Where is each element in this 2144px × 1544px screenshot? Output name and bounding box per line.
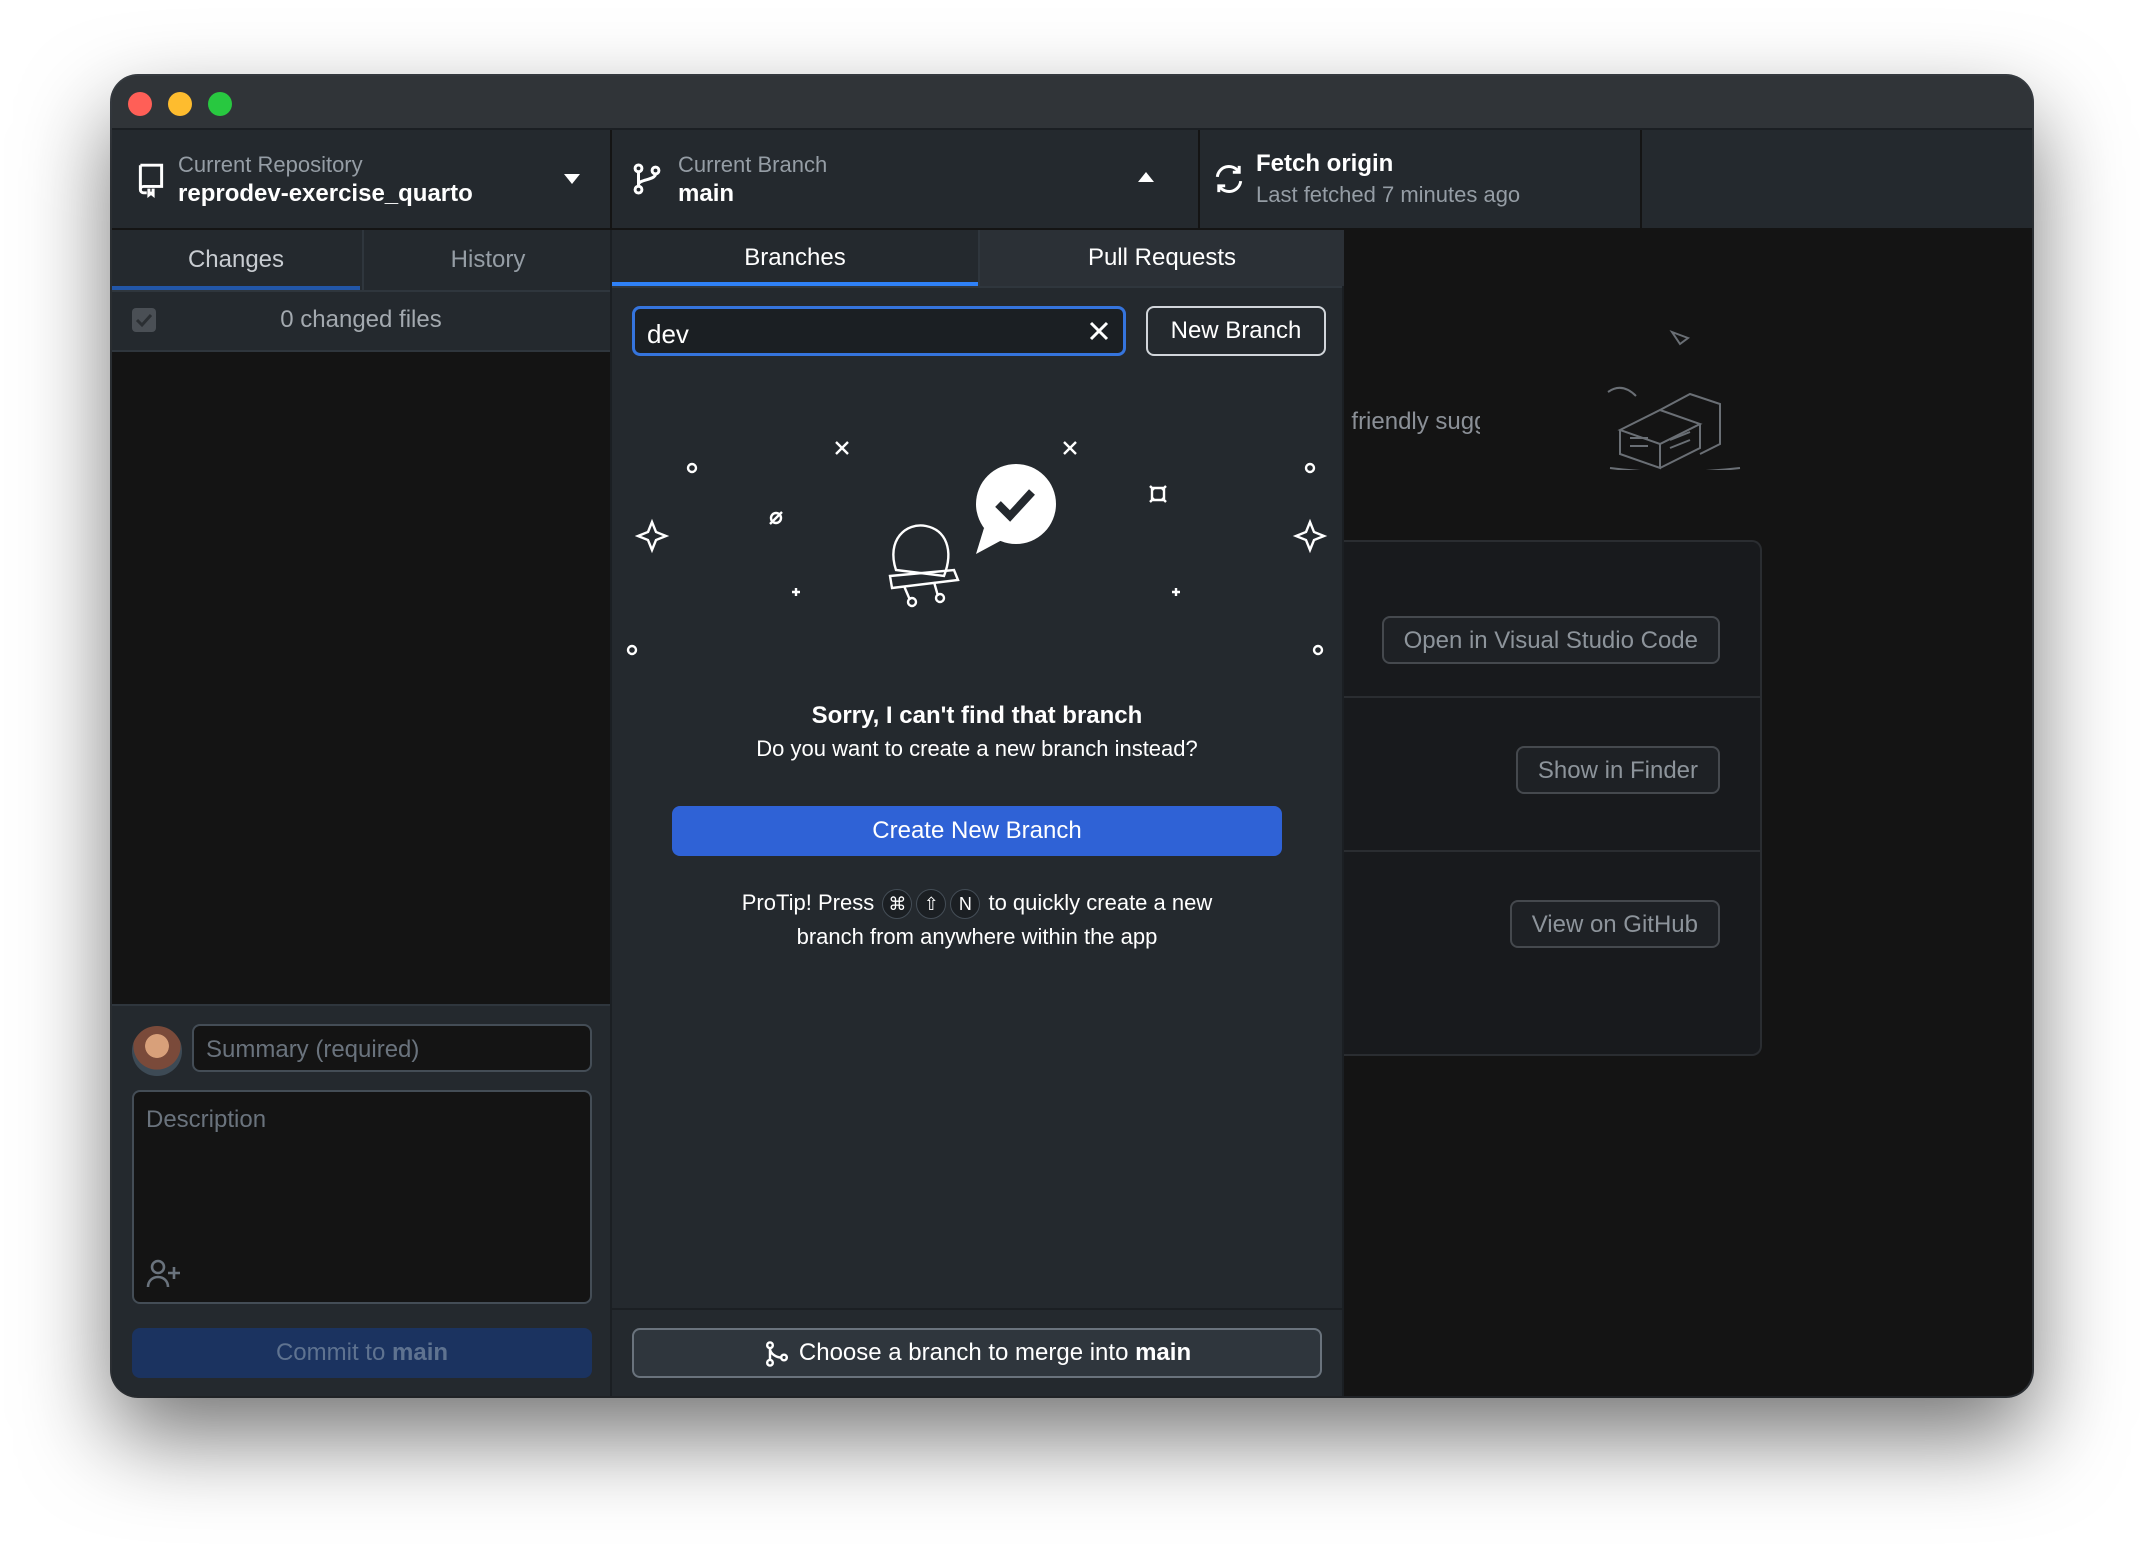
changed-files-header: 0 changed files — [112, 292, 610, 352]
toolbar: Current Repository reprodev-exercise_qua… — [112, 130, 2032, 230]
tab-changes[interactable]: Changes — [112, 230, 360, 290]
view-on-github-button[interactable]: View on GitHub — [1509, 900, 1720, 948]
no-branches-illustration — [626, 441, 1328, 656]
merge-branch-button[interactable]: Choose a branch to merge into main — [632, 1328, 1322, 1378]
changes-history-tabs: Changes History — [112, 230, 610, 292]
close-icon[interactable] — [1087, 319, 1111, 343]
merge-icon — [765, 1340, 788, 1367]
current-repository-button[interactable]: Current Repository reprodev-exercise_qua… — [112, 130, 612, 228]
changed-files-count: 0 changed files — [280, 306, 442, 333]
current-branch-button[interactable]: Current Branch main — [612, 130, 1200, 228]
zoom-window-button[interactable] — [208, 92, 232, 116]
avatar — [132, 1026, 182, 1076]
title-bar — [112, 76, 2032, 130]
merge-label: Choose a branch to merge into — [798, 1339, 1129, 1366]
sync-icon — [1215, 165, 1243, 193]
merge-bar: Choose a branch to merge into main — [612, 1308, 1342, 1396]
new-branch-button[interactable]: New Branch — [1146, 306, 1326, 356]
app-window: Current Repository reprodev-exercise_qua… — [112, 76, 2032, 1396]
minimize-window-button[interactable] — [168, 92, 192, 116]
dropdown-tabs: Branches Pull Requests — [612, 230, 1344, 288]
empty-state-subtitle: Do you want to create a new branch inste… — [756, 736, 1198, 761]
commit-button[interactable]: Commit to main — [132, 1328, 592, 1378]
branch-dropdown: Branches Pull Requests dev New Branch So… — [612, 230, 1344, 1396]
commit-form: Summary (required) Description Commit to… — [112, 1004, 610, 1396]
repo-icon — [138, 163, 164, 198]
fetch-subtitle: Last fetched 7 minutes ago — [1256, 182, 1521, 207]
repository-name: reprodev-exercise_quarto — [178, 180, 473, 207]
tab-branches[interactable]: Branches — [612, 230, 978, 286]
close-window-button[interactable] — [128, 92, 152, 116]
chevron-up-icon — [1138, 172, 1154, 182]
changes-pane: Changes History 0 changed files Summary … — [112, 230, 612, 1396]
summary-input[interactable]: Summary (required) — [192, 1024, 592, 1072]
open-in-editor-button[interactable]: Open in Visual Studio Code — [1381, 616, 1720, 664]
chevron-down-icon — [564, 174, 580, 184]
commit-label: Commit to — [275, 1339, 386, 1366]
check-bubble-icon — [976, 464, 1056, 554]
repository-label: Current Repository — [178, 152, 363, 177]
description-field[interactable]: Description — [132, 1090, 592, 1304]
show-in-finder-button[interactable]: Show in Finder — [1515, 746, 1720, 794]
command-key: ⌘ — [882, 889, 913, 919]
empty-state-title: Sorry, I can't find that branch — [811, 702, 1143, 729]
branch-name: main — [678, 180, 735, 207]
merge-branch: main — [1135, 1339, 1192, 1366]
protip-suffix: to quickly create a new — [988, 890, 1213, 915]
boxes-illustration-icon — [1607, 329, 1741, 470]
person-add-icon[interactable] — [146, 1256, 182, 1290]
create-new-branch-button[interactable]: Create New Branch — [672, 806, 1282, 856]
git-branch-icon — [633, 163, 661, 195]
tab-history[interactable]: History — [362, 230, 612, 290]
filter-value: dev — [647, 319, 689, 349]
branch-label: Current Branch — [678, 152, 828, 177]
shift-key: ⇧ — [916, 889, 947, 919]
commit-branch: main — [392, 1339, 449, 1366]
fetch-title: Fetch origin — [1256, 150, 1394, 177]
protip-line2: branch from anywhere within the app — [796, 924, 1158, 949]
branch-filter-input[interactable]: dev — [632, 306, 1126, 356]
tab-pull-requests[interactable]: Pull Requests — [978, 230, 1344, 286]
description-placeholder: Description — [146, 1106, 267, 1133]
fetch-origin-button[interactable]: Fetch origin Last fetched 7 minutes ago — [1200, 130, 1642, 228]
n-key: N — [950, 889, 981, 919]
protip-prefix: ProTip! Press — [741, 890, 875, 915]
protip: ProTip! Press ⌘ ⇧ N to quickly create a ne… — [612, 886, 1342, 954]
